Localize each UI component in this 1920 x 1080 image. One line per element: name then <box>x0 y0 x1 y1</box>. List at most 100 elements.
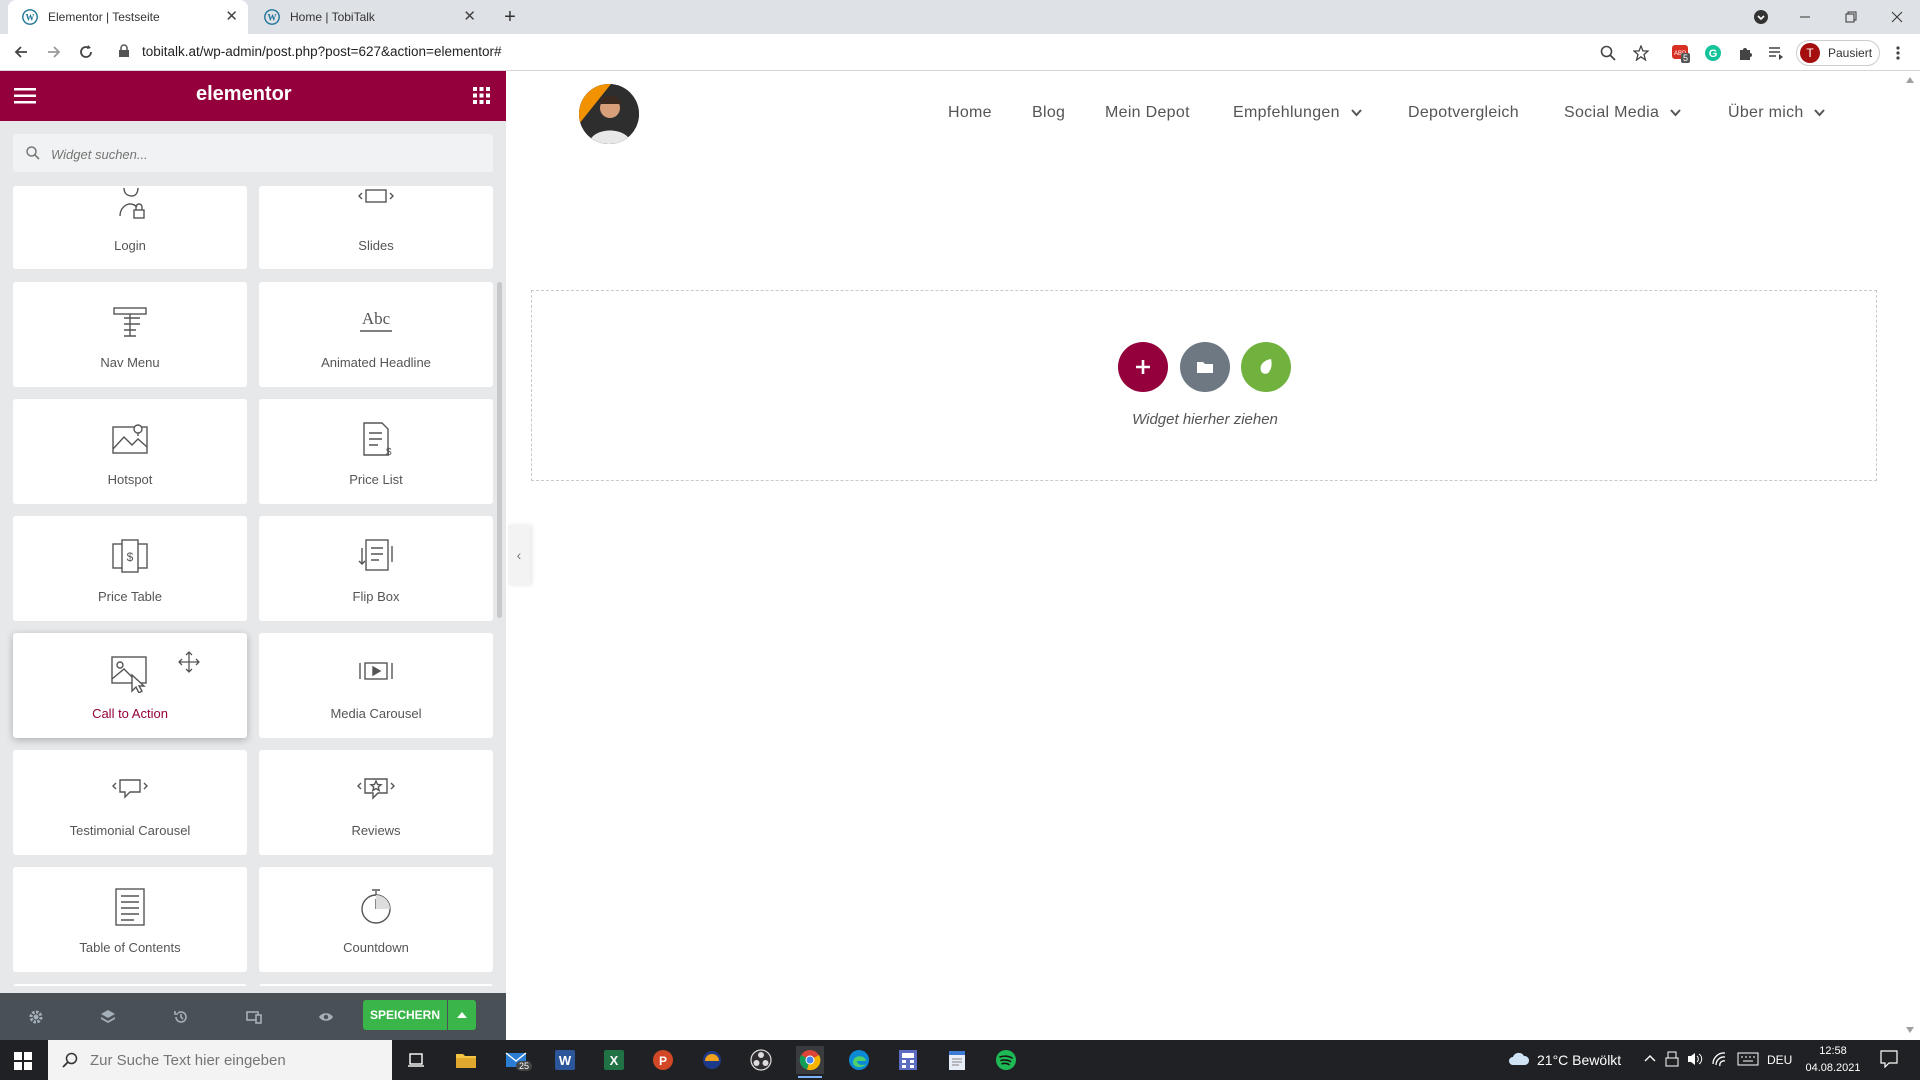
add-section-button[interactable] <box>1118 342 1168 392</box>
save-button[interactable]: SPEICHERN <box>363 1000 447 1030</box>
tab-elementor-testseite[interactable]: W Elementor | Testseite ✕ <box>8 0 248 34</box>
widget-animated-headline[interactable]: Abc Animated Headline <box>259 282 493 387</box>
spotify-icon[interactable] <box>992 1046 1020 1074</box>
widget-testimonial-carousel[interactable]: Testimonial Carousel <box>13 750 247 855</box>
widget-flip-box[interactable]: Flip Box <box>259 516 493 621</box>
adblock-extension-icon[interactable]: ABP 5 <box>1671 43 1691 63</box>
tab-search-icon[interactable] <box>1738 0 1784 34</box>
widget-nav-menu[interactable]: Nav Menu <box>13 282 247 387</box>
page-scrollbar[interactable] <box>1900 71 1920 1040</box>
weather-cloud-icon[interactable] <box>1508 1050 1530 1066</box>
scroll-up-arrow-icon[interactable] <box>1906 77 1914 83</box>
widget-reviews[interactable]: Reviews <box>259 750 493 855</box>
back-icon[interactable] <box>11 42 31 62</box>
forward-icon[interactable] <box>44 42 64 62</box>
obs-icon[interactable] <box>747 1046 775 1074</box>
nav-home[interactable]: Home <box>948 104 992 122</box>
notification-icon[interactable] <box>1880 1050 1898 1068</box>
drag-move-icon[interactable] <box>178 651 200 673</box>
tab-title: Elementor | Testseite <box>48 10 160 24</box>
close-tab-icon[interactable]: ✕ <box>463 9 476 25</box>
notepad-icon[interactable] <box>943 1046 971 1074</box>
navigator-layers-icon[interactable] <box>97 1006 119 1028</box>
widget-price-list[interactable]: $ Price List <box>259 399 493 504</box>
widget-table-of-contents[interactable]: Table of Contents <box>13 867 247 972</box>
plus-icon <box>1135 359 1151 375</box>
app-calculator-icon[interactable] <box>894 1046 922 1074</box>
weather-text[interactable]: 21°C Bewölkt <box>1537 1052 1621 1068</box>
lock-icon[interactable] <box>118 44 130 58</box>
tab-home-tobitalk[interactable]: W Home | TobiTalk ✕ <box>250 0 486 34</box>
keyboard-icon[interactable] <box>1737 1052 1759 1066</box>
site-logo-avatar[interactable] <box>579 84 639 144</box>
widget-label: Login <box>114 238 146 253</box>
envato-kit-button[interactable] <box>1241 342 1291 392</box>
hamburger-menu-icon[interactable] <box>14 87 36 105</box>
restore-icon[interactable] <box>1828 0 1874 34</box>
widget-label: Price Table <box>97 589 163 604</box>
widget-hotspot[interactable]: Hotspot <box>13 399 247 504</box>
app-icon[interactable] <box>698 1046 726 1074</box>
widget-media-carousel[interactable]: Media Carousel <box>259 633 493 738</box>
nav-social-media[interactable]: Social Media <box>1564 104 1681 122</box>
widget-label: Flip Box <box>352 589 400 604</box>
close-tab-icon[interactable]: ✕ <box>225 9 238 25</box>
clock[interactable]: 12:58 04.08.2021 <box>1803 1043 1863 1077</box>
nav-empfehlungen[interactable]: Empfehlungen <box>1233 104 1362 122</box>
windows-start-icon[interactable] <box>14 1052 32 1070</box>
close-window-icon[interactable] <box>1874 0 1920 34</box>
address-bar-url[interactable]: tobitalk.at/wp-admin/post.php?post=627&a… <box>142 44 501 59</box>
reading-list-icon[interactable] <box>1766 43 1786 63</box>
nav-ueber-mich[interactable]: Über mich <box>1728 104 1826 122</box>
file-explorer-icon[interactable] <box>452 1046 480 1074</box>
taskbar-search-input[interactable] <box>88 1050 372 1070</box>
caret-up-icon <box>457 1012 467 1018</box>
svg-text:P: P <box>659 1054 667 1068</box>
browser-menu-icon[interactable] <box>1888 43 1908 63</box>
widget-login[interactable]: Login <box>13 186 247 269</box>
grammarly-icon[interactable]: G <box>1703 43 1723 63</box>
powerpoint-icon[interactable]: P <box>649 1046 677 1074</box>
widget-countdown[interactable]: Countdown <box>259 867 493 972</box>
minimize-icon[interactable] <box>1782 0 1828 34</box>
nav-mein-depot[interactable]: Mein Depot <box>1105 104 1190 122</box>
extensions-puzzle-icon[interactable] <box>1735 43 1755 63</box>
tray-expand-icon[interactable] <box>1644 1054 1656 1062</box>
panel-scrollbar[interactable] <box>497 282 502 618</box>
widget-call-to-action[interactable]: Call to Action <box>13 633 247 738</box>
add-template-button[interactable] <box>1180 342 1230 392</box>
widget-partial[interactable] <box>13 984 247 986</box>
language-indicator[interactable]: DEU <box>1767 1053 1792 1067</box>
nav-blog[interactable]: Blog <box>1032 104 1065 122</box>
nav-depotvergleich[interactable]: Depotvergleich <box>1408 104 1519 122</box>
mail-icon[interactable]: 25 <box>502 1046 533 1074</box>
wifi-icon[interactable] <box>1711 1051 1727 1067</box>
widget-price-table[interactable]: $ Price Table <box>13 516 247 621</box>
reload-icon[interactable] <box>76 42 96 62</box>
word-icon[interactable]: W <box>551 1046 579 1074</box>
widgets-grid-icon[interactable] <box>473 87 490 104</box>
wordpress-icon: W <box>264 9 280 25</box>
widget-slides[interactable]: Slides <box>259 186 493 269</box>
chrome-icon[interactable] <box>796 1046 824 1074</box>
collapse-panel-button[interactable]: ‹ <box>508 525 530 585</box>
preview-eye-icon[interactable] <box>315 1006 337 1028</box>
usb-device-icon[interactable] <box>1665 1051 1679 1067</box>
save-options-button[interactable] <box>448 1000 476 1030</box>
volume-icon[interactable] <box>1687 1051 1703 1067</box>
new-tab-icon[interactable]: + <box>499 6 521 28</box>
widget-partial[interactable] <box>259 984 493 986</box>
edge-icon[interactable] <box>845 1046 873 1074</box>
zoom-icon[interactable] <box>1598 43 1618 63</box>
bookmark-star-icon[interactable] <box>1631 43 1651 63</box>
responsive-mode-icon[interactable] <box>243 1006 265 1028</box>
scroll-down-arrow-icon[interactable] <box>1906 1027 1914 1033</box>
widget-search-input[interactable] <box>49 134 473 174</box>
excel-icon[interactable]: X <box>600 1046 628 1074</box>
task-view-icon[interactable] <box>402 1046 430 1074</box>
slides-icon <box>356 186 396 226</box>
profile-button[interactable]: T Pausiert <box>1796 40 1880 66</box>
history-icon[interactable] <box>170 1006 192 1028</box>
settings-gear-icon[interactable] <box>25 1006 47 1028</box>
mail-badge: 25 <box>516 1061 533 1071</box>
